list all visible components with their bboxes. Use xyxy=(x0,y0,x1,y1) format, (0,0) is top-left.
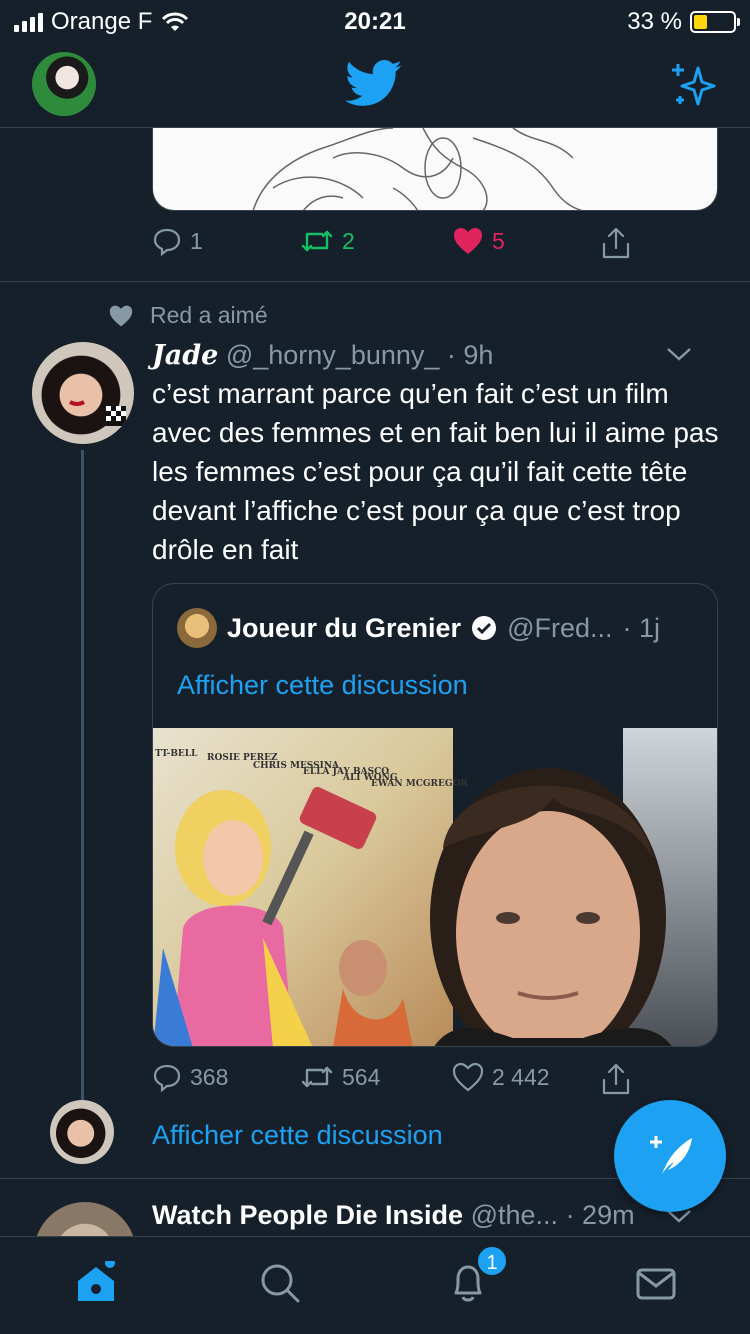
tab-search[interactable] xyxy=(258,1261,302,1310)
tweet-time: · 9h xyxy=(446,340,494,370)
selfie-poster-image: TT-BELL ROSIE PEREZ CHRIS MESSINA ELLA J… xyxy=(153,728,717,1046)
share-icon xyxy=(602,1063,630,1095)
next-tweet-time: · 29m xyxy=(565,1200,635,1230)
twitter-bird-icon xyxy=(345,60,402,106)
battery-percent: 33 % xyxy=(627,8,682,35)
tweet-actions: 368 564 2 442 xyxy=(0,1062,750,1102)
quote-show-thread-link[interactable]: Afficher cette discussion xyxy=(177,670,468,701)
share-button[interactable] xyxy=(600,1062,632,1096)
signal-icon xyxy=(14,12,43,32)
status-bar: Orange F 20:21 33 % xyxy=(0,0,750,40)
previous-tweet-actions: 1 2 5 xyxy=(0,226,750,266)
wifi-icon xyxy=(162,12,189,31)
retweet-icon xyxy=(301,1066,333,1088)
retweet-count: 2 xyxy=(342,227,355,254)
show-thread-link[interactable]: Afficher cette discussion xyxy=(152,1120,443,1151)
reply-button[interactable]: 368 xyxy=(152,1062,228,1092)
heart-icon xyxy=(452,1062,484,1092)
thread-line xyxy=(81,450,84,1100)
like-count: 2 442 xyxy=(492,1063,550,1090)
social-context: Red a aimé xyxy=(108,302,268,329)
profile-avatar[interactable] xyxy=(32,52,96,116)
quote-author-name: Joueur du Grenier xyxy=(227,612,462,643)
top-nav xyxy=(0,40,750,128)
sparkle-icon[interactable] xyxy=(668,60,718,110)
like-button[interactable]: 5 xyxy=(452,226,505,256)
compose-tweet-button[interactable] xyxy=(614,1100,726,1212)
reply-icon xyxy=(153,1064,181,1092)
author-avatar[interactable] xyxy=(32,342,134,444)
quote-photo[interactable]: TT-BELL ROSIE PEREZ CHRIS MESSINA ELLA J… xyxy=(153,728,717,1046)
author-name[interactable]: Jade xyxy=(152,340,218,371)
verified-badge-icon xyxy=(472,616,497,640)
search-icon xyxy=(261,1264,300,1303)
heart-icon xyxy=(109,305,133,326)
reply-button[interactable]: 1 xyxy=(152,226,203,256)
notification-badge: 1 xyxy=(476,1245,508,1277)
divider xyxy=(0,281,750,282)
quote-avatar xyxy=(177,608,217,648)
tab-messages[interactable] xyxy=(634,1261,678,1310)
home-icon xyxy=(78,1258,115,1301)
compose-feather-icon xyxy=(650,1136,692,1174)
reply-count: 368 xyxy=(190,1063,229,1090)
like-count: 5 xyxy=(492,227,505,254)
next-author-handle[interactable]: @the... xyxy=(471,1200,558,1230)
reply-icon xyxy=(153,228,181,256)
like-button[interactable]: 2 442 xyxy=(452,1062,550,1092)
quote-tweet[interactable]: Joueur du Grenier @Fred... · 1j Afficher… xyxy=(152,583,718,1047)
tweet-header: Jade @_horny_bunny_ · 9h xyxy=(152,340,722,371)
bottom-tab-bar: 1 xyxy=(0,1236,750,1334)
sketch-drawing xyxy=(252,128,583,210)
poster-credit: TT-BELL xyxy=(155,749,198,759)
avatar-detail xyxy=(69,400,126,426)
retweet-count: 564 xyxy=(342,1063,381,1090)
thread-avatar[interactable] xyxy=(50,1100,114,1164)
author-handle[interactable]: @_horny_bunny_ xyxy=(226,340,440,370)
tweet-text: c’est marrant parce qu’en fait c’est un … xyxy=(152,378,719,565)
quote-header: Joueur du Grenier @Fred... · 1j xyxy=(177,608,660,648)
mail-icon xyxy=(636,1268,676,1300)
quote-author-handle: @Fred... xyxy=(507,612,613,643)
carrier-label: Orange F xyxy=(51,8,153,35)
quote-time: · 1j xyxy=(622,612,661,643)
previous-tweet-image[interactable] xyxy=(152,128,718,211)
battery-icon xyxy=(690,11,740,33)
reply-count: 1 xyxy=(190,227,203,254)
retweet-button[interactable]: 2 xyxy=(300,226,355,256)
share-button[interactable] xyxy=(600,226,632,260)
liked-by-label: Red a aimé xyxy=(150,302,268,328)
heart-filled-icon xyxy=(454,228,482,254)
chevron-down-icon[interactable] xyxy=(666,346,692,362)
next-author-name[interactable]: Watch People Die Inside xyxy=(152,1200,463,1230)
retweet-icon xyxy=(301,230,333,252)
next-tweet-header: Watch People Die Inside @the... · 29m xyxy=(152,1200,722,1231)
tab-home[interactable] xyxy=(74,1258,118,1310)
share-icon xyxy=(602,227,630,259)
tab-notifications[interactable]: 1 xyxy=(446,1245,508,1310)
retweet-button[interactable]: 564 xyxy=(300,1062,380,1092)
poster-credit: EWAN MCGREGOR xyxy=(371,779,468,789)
